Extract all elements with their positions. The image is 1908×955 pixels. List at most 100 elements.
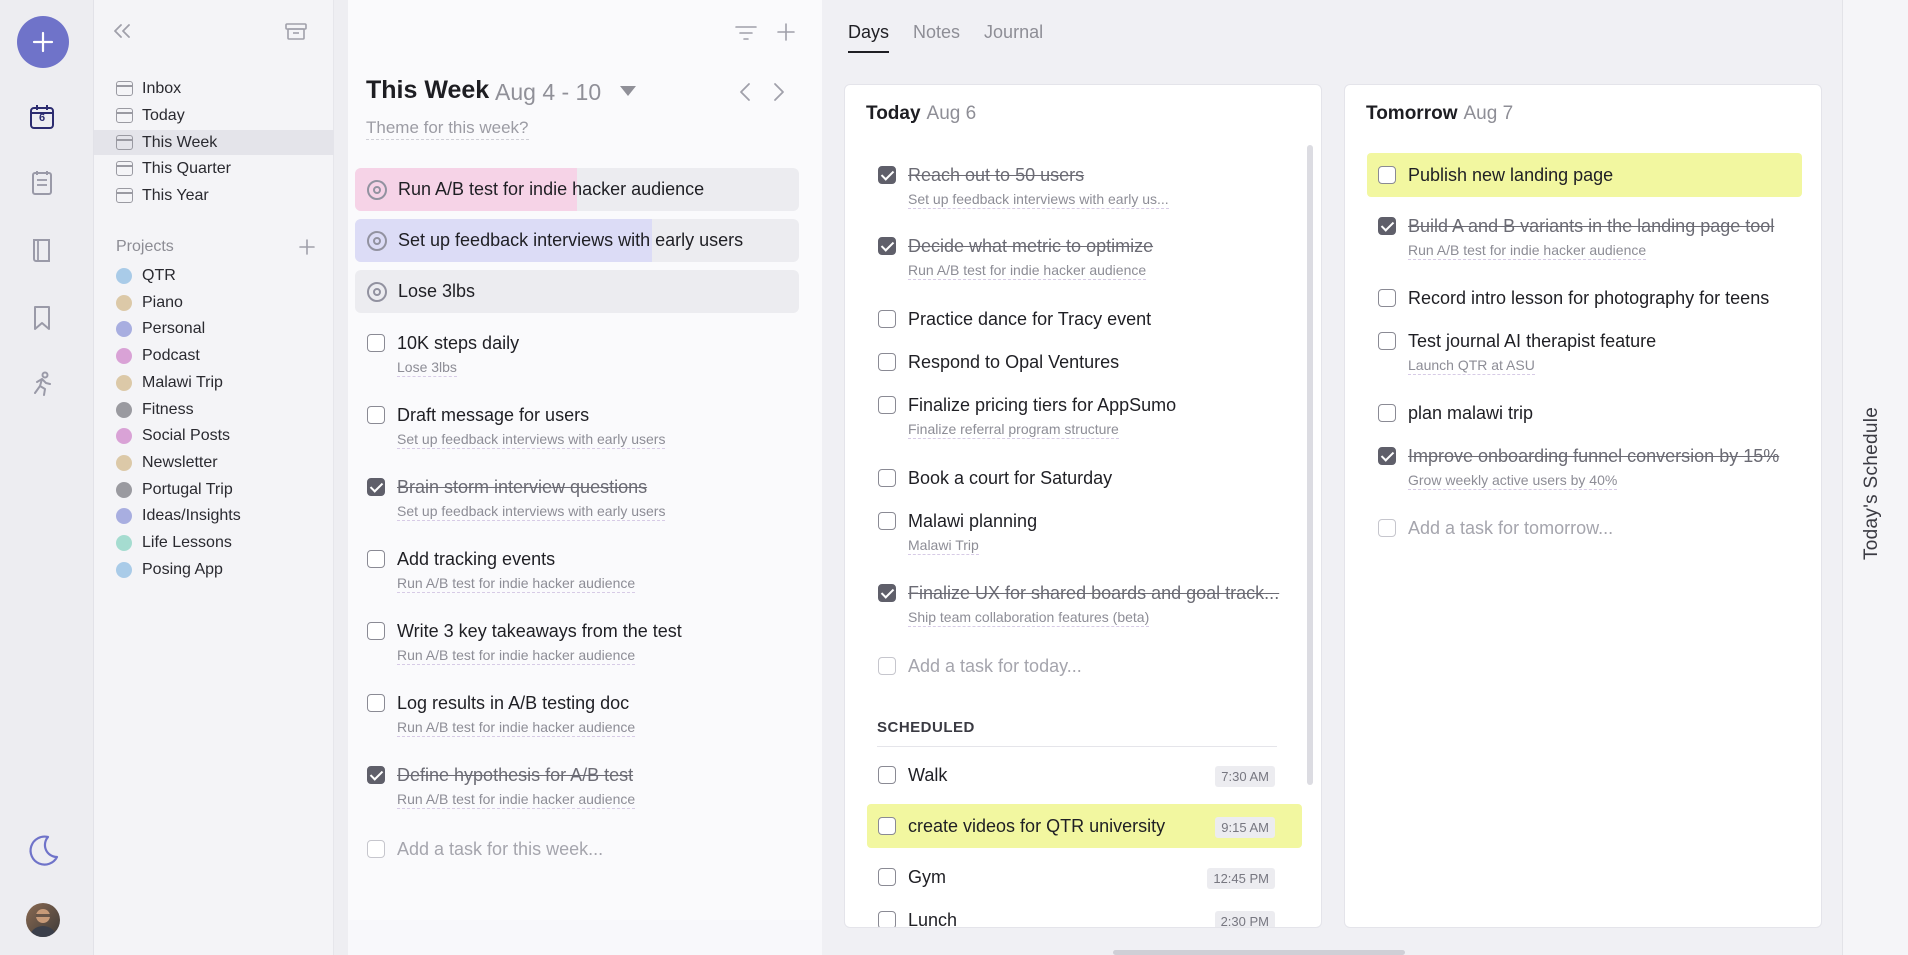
- task-item[interactable]: Publish new landing page: [1378, 164, 1613, 186]
- add-task-input[interactable]: Add a task for tomorrow...: [1378, 517, 1613, 539]
- theme-input[interactable]: Theme for this week?: [366, 118, 529, 140]
- task-goal-link[interactable]: Set up feedback interviews with early us…: [397, 431, 666, 449]
- prev-week-icon[interactable]: [738, 82, 752, 102]
- task-goal-link[interactable]: Run A/B test for indie hacker audience: [397, 575, 636, 593]
- task-item[interactable]: Log results in A/B testing doc Run A/B te…: [367, 692, 636, 737]
- task-checkbox[interactable]: [878, 512, 896, 530]
- project-item[interactable]: Fitness: [116, 398, 194, 422]
- avatar[interactable]: [26, 903, 60, 937]
- task-item[interactable]: Decide what metric to optimize Run A/B te…: [878, 235, 1153, 280]
- task-goal-link[interactable]: Lose 3lbs: [397, 359, 457, 377]
- add-task-input[interactable]: Add a task for today...: [878, 655, 1082, 677]
- project-item[interactable]: Portugal Trip: [116, 478, 233, 502]
- task-checkbox[interactable]: [1378, 217, 1396, 235]
- book-icon[interactable]: [27, 235, 57, 265]
- task-goal-link[interactable]: Grow weekly active users by 40%: [1408, 472, 1618, 490]
- bookmark-icon[interactable]: [27, 303, 57, 333]
- task-goal-link[interactable]: Run A/B test for indie hacker audience: [397, 719, 636, 737]
- task-item[interactable]: Walk: [878, 764, 947, 786]
- task-item[interactable]: Add tracking events Run A/B test for indi…: [367, 548, 636, 593]
- task-item[interactable]: Write 3 key takeaways from the test Run A…: [367, 620, 682, 665]
- todays-schedule-panel[interactable]: Today's Schedule: [1842, 0, 1908, 955]
- task-item[interactable]: Finalize UX for shared boards and goal t…: [878, 582, 1279, 627]
- task-checkbox[interactable]: [878, 237, 896, 255]
- task-checkbox[interactable]: [878, 166, 896, 184]
- task-checkbox[interactable]: [878, 353, 896, 371]
- task-checkbox[interactable]: [367, 550, 385, 568]
- task-item[interactable]: Define hypothesis for A/B test Run A/B te…: [367, 764, 636, 809]
- tab-journal[interactable]: Journal: [984, 22, 1043, 53]
- project-item[interactable]: Life Lessons: [116, 531, 232, 555]
- task-item[interactable]: Draft message for users Set up feedback i…: [367, 404, 666, 449]
- goal-item[interactable]: Set up feedback interviews with early us…: [355, 219, 799, 262]
- task-goal-link[interactable]: Launch QTR at ASU: [1408, 357, 1535, 375]
- task-checkbox[interactable]: [367, 334, 385, 352]
- add-button[interactable]: [17, 16, 69, 68]
- tab-days[interactable]: Days: [848, 22, 890, 53]
- calendar-day-icon[interactable]: 6: [27, 102, 57, 132]
- horizontal-scrollbar[interactable]: [1113, 950, 1405, 955]
- add-task-input[interactable]: Add a task for this week...: [367, 838, 603, 860]
- add-icon[interactable]: [776, 22, 796, 42]
- task-item[interactable]: plan malawi trip: [1378, 402, 1533, 424]
- project-item[interactable]: Newsletter: [116, 451, 218, 475]
- task-item[interactable]: Malawi planning Malawi Trip: [878, 510, 1037, 555]
- project-item[interactable]: Malawi Trip: [116, 371, 223, 395]
- task-item[interactable]: Practice dance for Tracy event: [878, 308, 1151, 330]
- task-checkbox[interactable]: [367, 766, 385, 784]
- goal-item[interactable]: Run A/B test for indie hacker audience: [355, 168, 799, 211]
- task-checkbox[interactable]: [367, 478, 385, 496]
- task-checkbox[interactable]: [1378, 166, 1396, 184]
- nav-item-this-quarter[interactable]: This Quarter: [94, 156, 334, 181]
- task-checkbox[interactable]: [367, 622, 385, 640]
- task-goal-link[interactable]: Set up feedback interviews with early us…: [908, 191, 1169, 209]
- nav-item-today[interactable]: Today: [94, 103, 334, 128]
- project-item[interactable]: Personal: [116, 317, 205, 341]
- project-item[interactable]: Piano: [116, 291, 183, 315]
- task-item[interactable]: Brain storm interview questions Set up fe…: [367, 476, 666, 521]
- goal-item[interactable]: Lose 3lbs: [355, 270, 799, 313]
- task-checkbox[interactable]: [367, 406, 385, 424]
- task-goal-link[interactable]: Run A/B test for indie hacker audience: [908, 262, 1147, 280]
- nav-item-inbox[interactable]: Inbox: [94, 76, 334, 101]
- task-checkbox[interactable]: [878, 310, 896, 328]
- collapse-sidebar-icon[interactable]: [112, 22, 132, 40]
- tab-notes[interactable]: Notes: [913, 22, 960, 53]
- project-item[interactable]: QTR: [116, 264, 176, 288]
- task-checkbox[interactable]: [1378, 404, 1396, 422]
- nav-item-this-year[interactable]: This Year: [94, 183, 334, 208]
- task-checkbox[interactable]: [1378, 447, 1396, 465]
- task-goal-link[interactable]: Run A/B test for indie hacker audience: [1408, 242, 1647, 260]
- task-item[interactable]: Improve onboarding funnel conversion by …: [1378, 445, 1779, 490]
- task-goal-link[interactable]: Finalize referral program structure: [908, 421, 1119, 439]
- task-checkbox[interactable]: [878, 584, 896, 602]
- task-checkbox[interactable]: [367, 694, 385, 712]
- project-item[interactable]: Podcast: [116, 344, 200, 368]
- task-item[interactable]: Record intro lesson for photography for …: [1378, 287, 1769, 309]
- project-item[interactable]: Posing App: [116, 558, 223, 582]
- task-goal-link[interactable]: Run A/B test for indie hacker audience: [397, 791, 636, 809]
- task-item[interactable]: Reach out to 50 users Set up feedback int…: [878, 164, 1169, 209]
- filter-icon[interactable]: [734, 24, 758, 42]
- task-checkbox[interactable]: [878, 911, 896, 927]
- add-project-icon[interactable]: [298, 238, 316, 256]
- task-goal-link[interactable]: Set up feedback interviews with early us…: [397, 503, 666, 521]
- task-checkbox[interactable]: [1378, 289, 1396, 307]
- task-checkbox[interactable]: [878, 766, 896, 784]
- next-week-icon[interactable]: [772, 82, 786, 102]
- archive-icon[interactable]: [285, 22, 307, 40]
- task-item[interactable]: 10K steps daily Lose 3lbs: [367, 332, 519, 377]
- planner-icon[interactable]: [27, 168, 57, 198]
- task-item[interactable]: Gym: [878, 866, 946, 888]
- chevron-down-icon[interactable]: [619, 84, 637, 98]
- task-item[interactable]: Lunch: [878, 909, 957, 927]
- task-item[interactable]: Build A and B variants in the landing pa…: [1378, 215, 1774, 260]
- task-item[interactable]: create videos for QTR university: [878, 815, 1165, 837]
- task-checkbox[interactable]: [878, 469, 896, 487]
- project-item[interactable]: Ideas/Insights: [116, 504, 241, 528]
- task-goal-link[interactable]: Ship team collaboration features (beta): [908, 609, 1150, 627]
- task-goal-link[interactable]: Malawi Trip: [908, 537, 979, 555]
- task-item[interactable]: Test journal AI therapist feature Launch …: [1378, 330, 1656, 375]
- task-item[interactable]: Respond to Opal Ventures: [878, 351, 1119, 373]
- task-checkbox[interactable]: [878, 396, 896, 414]
